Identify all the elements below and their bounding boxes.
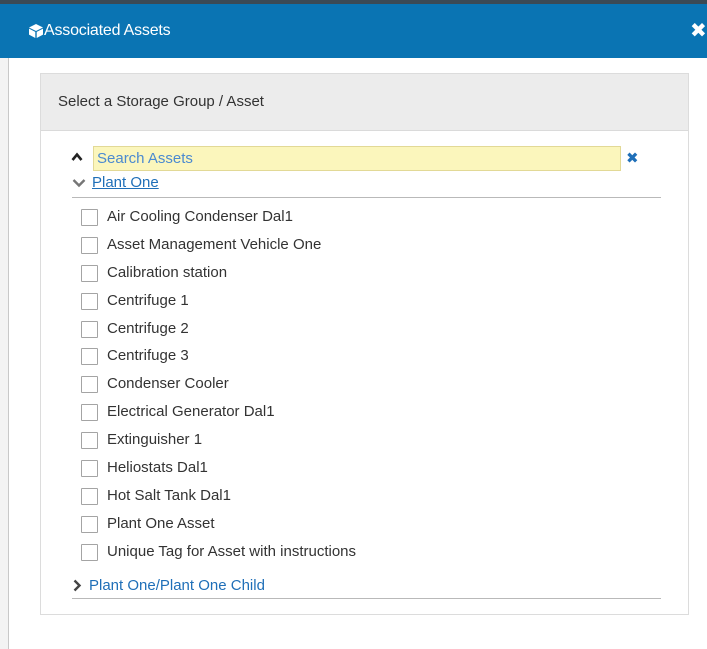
panel-header: Select a Storage Group / Asset	[41, 74, 688, 131]
asset-label: Electrical Generator Dal1	[107, 403, 275, 421]
clear-search-icon[interactable]: ✖	[626, 149, 640, 167]
chevron-down-icon[interactable]	[72, 177, 86, 189]
divider	[72, 598, 661, 599]
asset-checkbox[interactable]	[81, 209, 98, 226]
asset-checkbox[interactable]	[81, 292, 98, 310]
asset-label: Centrifuge 3	[107, 347, 189, 365]
close-icon[interactable]: ✖	[690, 18, 707, 42]
search-row: ✖	[41, 145, 688, 172]
asset-checkbox[interactable]	[81, 264, 98, 282]
asset-label: Air Cooling Condenser Dal1	[107, 208, 293, 225]
asset-checkbox[interactable]	[81, 487, 98, 505]
cube-icon	[29, 24, 43, 38]
background-page-edge	[0, 0, 9, 649]
asset-checkbox[interactable]	[81, 432, 98, 450]
asset-label: Unique Tag for Asset with instructions	[107, 542, 357, 560]
asset-label: Asset Management Vehicle One	[107, 235, 322, 253]
asset-selection-panel: Select a Storage Group / Asset ✖ Plant O…	[40, 73, 689, 615]
asset-label: Hot Salt Tank Dal1	[107, 486, 231, 504]
asset-checkbox[interactable]	[81, 348, 98, 366]
asset-label: Calibration station	[107, 263, 228, 281]
asset-checkbox[interactable]	[81, 404, 98, 422]
asset-label: Plant One Asset	[107, 514, 215, 532]
asset-checkbox[interactable]	[81, 460, 98, 478]
asset-label: Heliostats Dal1	[107, 459, 208, 477]
asset-checkbox[interactable]	[81, 376, 98, 394]
chevron-right-icon[interactable]	[72, 579, 82, 592]
asset-label: Extinguisher 1	[107, 431, 203, 449]
dialog-title: Associated Assets	[44, 22, 171, 39]
group-plant-one-link[interactable]: Plant One	[92, 174, 159, 191]
search-input[interactable]	[93, 146, 621, 171]
asset-label: Centrifuge 1	[107, 291, 189, 309]
asset-checkbox[interactable]	[81, 543, 98, 561]
dialog-titlebar: Associated Assets ✖	[0, 0, 707, 58]
asset-checkbox[interactable]	[81, 320, 98, 338]
chevron-up-icon[interactable]	[71, 151, 83, 163]
asset-label: Centrifuge 2	[107, 319, 189, 337]
associated-assets-dialog: Associated Assets ✖ Select a Storage Gro…	[0, 0, 707, 649]
divider	[72, 197, 661, 198]
asset-checkbox[interactable]	[81, 236, 98, 254]
asset-checkbox[interactable]	[81, 515, 98, 533]
asset-label: Condenser Cooler	[107, 375, 229, 393]
group-plant-one-child-label[interactable]: Plant One/Plant One Child	[89, 577, 265, 594]
